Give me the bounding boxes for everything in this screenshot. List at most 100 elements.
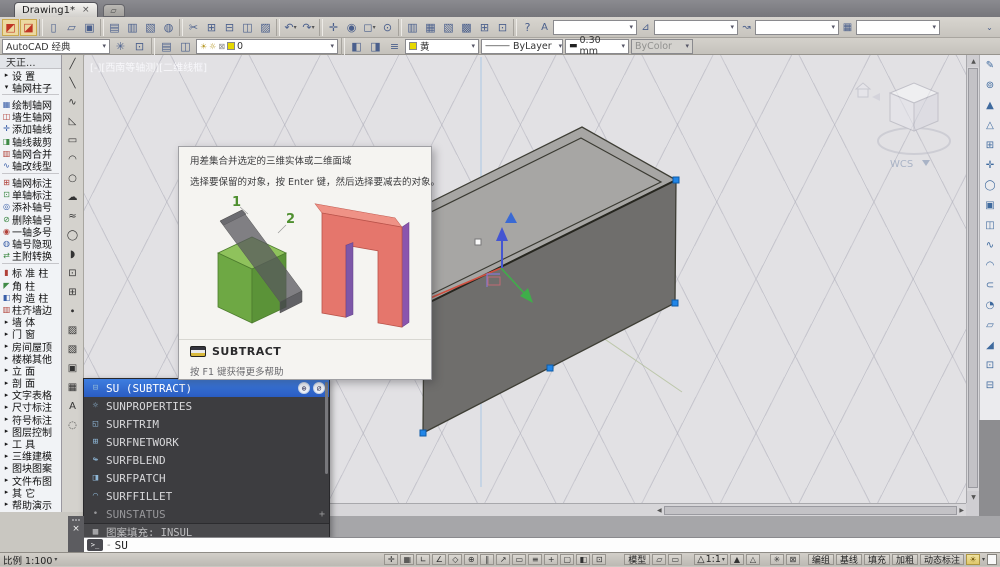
right-strip-icon[interactable]: ⊚ (982, 78, 998, 92)
command-window-grip[interactable]: × (68, 516, 84, 553)
layer-on-icon[interactable]: ☀ (200, 42, 207, 51)
draw-tool-icon[interactable]: ◠ (64, 152, 81, 167)
toolbar-button[interactable]: ▥ (124, 19, 141, 36)
color-combo[interactable]: 黄 (405, 38, 479, 54)
clean-screen-button[interactable] (987, 554, 997, 565)
draw-tool-icon[interactable]: ○ (64, 171, 81, 186)
toolbar-button[interactable] (39, 18, 43, 36)
toolbar-button[interactable]: ◫ (239, 19, 256, 36)
autocomplete-item[interactable]: ◨ SURFPATCH ⊕ ⌀ + (84, 469, 329, 487)
lineweight-combo[interactable]: ▬ 0.30 mm (565, 35, 629, 57)
toolbar-button[interactable]: ▥ (404, 19, 421, 36)
toolbar-button[interactable]: ▩ (458, 19, 475, 36)
draw-tool-icon[interactable]: ▭ (64, 133, 81, 148)
right-strip-icon[interactable]: ⊡ (982, 358, 998, 372)
toolbar-button[interactable]: ▧ (142, 19, 159, 36)
toolbar-button[interactable]: ⊞ (476, 19, 493, 36)
tab-close-icon[interactable]: × (82, 5, 90, 15)
linetype-combo[interactable]: ——— ByLayer (481, 38, 563, 54)
sidebar-item[interactable]: ▸ 帮助演示 (0, 498, 61, 512)
viewcube[interactable] (854, 82, 951, 155)
style-combo[interactable] (856, 19, 940, 35)
layer-lock-icon[interactable]: ⊠ (218, 42, 225, 51)
right-strip-icon[interactable]: ◠ (982, 258, 998, 272)
right-strip-icon[interactable]: ✛ (982, 158, 998, 172)
right-strip-icon[interactable]: ◔ (982, 298, 998, 312)
status-toggle-icon[interactable]: ▢ (560, 554, 575, 565)
draw-tool-icon[interactable]: ▦ (64, 380, 81, 395)
draw-tool-icon[interactable]: ⊡ (64, 266, 81, 281)
match-properties-icon[interactable]: ≡ (386, 38, 403, 55)
toolbar-button[interactable] (276, 18, 280, 36)
toolbar-button[interactable]: ◪ (20, 18, 37, 36)
toolbar-button[interactable]: ▤ (106, 19, 123, 36)
expand-group-icon[interactable]: + (319, 509, 325, 520)
horizontal-scrollbar[interactable]: ◀ ▶ (655, 503, 966, 516)
horizontal-scroll-thumb[interactable] (663, 505, 958, 515)
right-strip-icon[interactable]: ✎ (982, 58, 998, 72)
tarch-toggle-button[interactable]: 加粗 (891, 554, 918, 566)
autocomplete-item[interactable]: ◱ SURFTRIM ⊕ ⌀ + (84, 415, 329, 433)
right-strip-icon[interactable]: ◯ (982, 178, 998, 192)
style-combo[interactable] (755, 19, 839, 35)
annotation-visibility-icon[interactable]: ▲ (729, 554, 744, 565)
toolbar-button[interactable]: ▣ (81, 19, 98, 36)
annotation-visibility-icon[interactable]: △ (745, 554, 760, 565)
draw-tool-icon[interactable]: ▣ (64, 361, 81, 376)
toolbar-button[interactable] (179, 18, 183, 36)
workspace-switch-icon[interactable]: ✳ (769, 554, 784, 565)
status-toggle-icon[interactable]: ◧ (576, 554, 591, 565)
toolbar-button[interactable]: ⊟ (221, 19, 238, 36)
wcs-control[interactable]: WCS (890, 159, 930, 170)
right-strip-icon[interactable]: ▱ (982, 318, 998, 332)
toolbar-button[interactable] (100, 18, 104, 36)
draw-tool-icon[interactable]: ☁ (64, 190, 81, 205)
status-toggle-icon[interactable]: ⊕ (464, 554, 479, 565)
status-toggle-icon[interactable]: ∥ (480, 554, 495, 565)
layer-combo[interactable]: ☀ ☼ ⊠ 0 (196, 38, 338, 54)
search-web-icon[interactable]: ⊕ (298, 382, 310, 394)
status-toggle-icon[interactable]: + (544, 554, 559, 565)
recent-commands-icon[interactable]: - (107, 540, 111, 551)
toolbar-button[interactable]: ⊡ (494, 19, 511, 36)
toolbar-button[interactable]: ⊙ (379, 19, 396, 36)
toolbar-button[interactable]: ◉ (343, 19, 360, 36)
right-strip-icon[interactable]: ⊂ (982, 278, 998, 292)
make-layer-current-icon[interactable]: ◧ (348, 38, 365, 55)
toolbar-button[interactable]: ▨ (257, 19, 274, 36)
right-strip-icon[interactable]: ⊞ (982, 138, 998, 152)
draw-tool-icon[interactable]: ∿ (64, 95, 81, 110)
toolbar-button[interactable]: ◩ (2, 18, 19, 36)
toolbar-button[interactable] (513, 18, 517, 36)
toolbar-button[interactable]: ✂ (185, 19, 202, 36)
right-strip-icon[interactable]: ∿ (982, 238, 998, 252)
toolbar-button[interactable]: ⊞ (203, 19, 220, 36)
tarch-toggle-button[interactable]: 编组 (807, 554, 834, 566)
status-toggle-icon[interactable]: ▦ (400, 554, 415, 565)
sidebar-item[interactable]: ⇄ 主附转换 (0, 250, 61, 263)
toolbar-overflow-icon[interactable]: ⌄ (981, 19, 998, 36)
vertical-scrollbar[interactable]: ▲ ▼ (966, 55, 980, 503)
layer-states-icon[interactable]: ◫ (177, 38, 194, 55)
draw-tool-icon[interactable]: ≈ (64, 209, 81, 224)
search-help-icon[interactable]: ⌀ (313, 382, 325, 394)
command-line[interactable]: >_ - SU (84, 537, 1000, 552)
command-input[interactable]: SU (115, 539, 128, 552)
autocomplete-item[interactable]: ⊟ SU (SUBTRACT) ⊕ ⌀ + (84, 379, 329, 397)
workspace-save-icon[interactable]: ⊡ (131, 38, 148, 55)
status-toggle-icon[interactable]: ✛ (384, 554, 399, 565)
style-combo[interactable] (654, 19, 738, 35)
status-toggle-icon[interactable]: ◇ (448, 554, 463, 565)
toolbar-button[interactable]: ▦ (422, 19, 439, 36)
toolbar-button[interactable]: ? (519, 19, 536, 36)
draw-tool-icon[interactable]: ╲ (64, 76, 81, 91)
layer-properties-icon[interactable]: ▤ (158, 38, 175, 55)
right-strip-icon[interactable]: ▣ (982, 198, 998, 212)
autocomplete-item[interactable]: ◠ SURFFILLET ⊕ ⌀ + (84, 487, 329, 505)
draw-tool-icon[interactable]: ▨ (64, 323, 81, 338)
style-combo[interactable] (553, 19, 637, 35)
annotation-scale-control[interactable]: △ 1:1 ▾ (694, 554, 728, 565)
draw-tool-icon[interactable]: ◺ (64, 114, 81, 129)
new-tab-button[interactable]: ▱ (102, 4, 125, 17)
layer-freeze-icon[interactable]: ☼ (209, 42, 216, 51)
